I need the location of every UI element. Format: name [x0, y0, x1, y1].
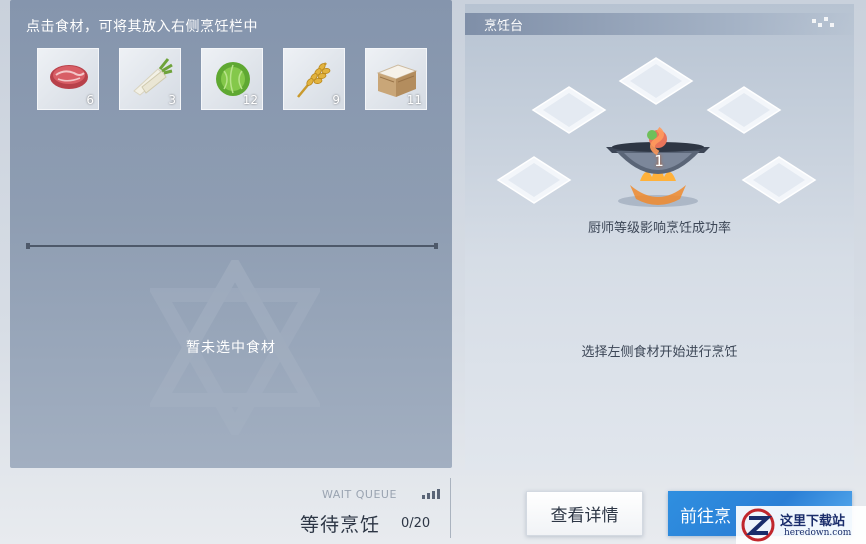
cooking-slot-1[interactable]: [531, 85, 607, 135]
ingredient-hint: 点击食材，可将其放入右侧烹饪栏中: [26, 19, 258, 35]
select-ingredient-hint: 选择左侧食材开始进行烹饪: [581, 345, 738, 360]
bottom-separator: [450, 478, 451, 538]
watermark-en: heredown.com: [784, 528, 852, 538]
go-cook-button-label: 前往烹: [680, 507, 731, 527]
cooking-slot-3[interactable]: [706, 85, 782, 135]
pot-level: 1: [654, 152, 664, 170]
wait-queue-label: WAIT QUEUE: [322, 488, 397, 501]
header-decoration-icon: [812, 17, 834, 27]
ingredient-count: 6: [86, 93, 94, 107]
panel-divider: [26, 243, 438, 249]
site-watermark: 这里下载站 heredown.com: [736, 506, 866, 544]
watermark-cn: 这里下载站: [780, 514, 846, 529]
ingredient-slot-cabbage[interactable]: 12: [201, 48, 263, 110]
wait-count: 0/20: [401, 516, 431, 531]
ingredient-slot-rice[interactable]: 11: [365, 48, 427, 110]
ingredient-count: 3: [168, 93, 176, 107]
empty-selection-text: 暂未选中食材: [186, 340, 276, 356]
ingredient-slot-radish[interactable]: 3: [119, 48, 181, 110]
cooking-slot-2[interactable]: [618, 56, 694, 106]
view-details-button[interactable]: 查看详情: [526, 491, 643, 536]
wait-status: 等待烹饪: [300, 514, 381, 536]
ingredient-count: 9: [332, 93, 340, 107]
ingredient-slot-meat[interactable]: 6: [37, 48, 99, 110]
ingredient-count: 11: [406, 93, 422, 107]
cooking-panel-title: 烹饪台: [484, 19, 524, 34]
cooking-slot-5[interactable]: [741, 155, 817, 205]
signal-icon: [422, 489, 440, 499]
ingredient-slot-wheat[interactable]: 9: [283, 48, 345, 110]
watermark-logo-icon: [741, 508, 775, 542]
success-rate-hint: 厨师等级影响烹饪成功率: [587, 221, 731, 236]
meat-icon: [50, 65, 88, 89]
cooking-panel-header: [465, 13, 854, 35]
cooking-slot-4[interactable]: [496, 155, 572, 205]
ingredient-count: 12: [242, 93, 258, 107]
